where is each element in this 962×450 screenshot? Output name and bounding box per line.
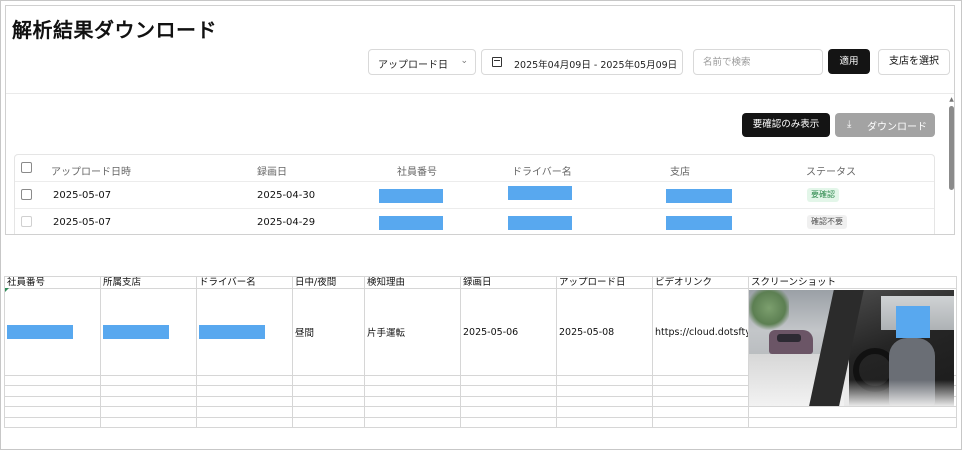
date-type-select[interactable]: アップロード日 ⌄: [368, 49, 476, 75]
show-review-only-button[interactable]: 要確認のみ表示: [742, 113, 830, 137]
sheet-col-screenshot: スクリーンショット: [748, 276, 957, 289]
page-title: 解析結果ダウンロード: [12, 18, 217, 42]
date-range-picker[interactable]: 2025年04月09日 - 2025年05月09日: [481, 49, 683, 75]
tree: [749, 290, 789, 330]
record-date-cell: 2025-04-30: [257, 190, 316, 201]
analysis-download-panel: 解析結果ダウンロード アップロード日 ⌄ 2025年04月09日 - 2025年…: [5, 5, 955, 235]
status-badge: 要確認: [807, 188, 839, 202]
employee-number-redaction: [379, 216, 443, 230]
results-table: アップロード日時 録画日 社員番号 ドライバー名 支店 ステータス 2025-0…: [14, 154, 935, 234]
vertical-scrollbar[interactable]: ▲: [948, 96, 954, 234]
scrollbar-thumb[interactable]: [949, 106, 954, 190]
sheet-col-employee-number: 社員番号: [4, 276, 101, 289]
spreadsheet-header-row: 社員番号 所属支店 ドライバー名 日中/夜間 検知理由 録画日 アップロード日 …: [4, 276, 957, 289]
sheet-col-record-date: 録画日: [460, 276, 557, 289]
table-row[interactable]: 2025-05-07 2025-04-30 要確認: [15, 182, 934, 209]
col-branch: 支店: [670, 167, 690, 178]
driver-name-redaction: [199, 325, 265, 340]
table-header-row: アップロード日時 録画日 社員番号 ドライバー名 支店 ステータス: [15, 155, 934, 182]
parked-car: [769, 330, 813, 354]
upload-date-cell: 2025-05-07: [53, 217, 112, 228]
apply-button[interactable]: 適用: [828, 49, 870, 74]
select-branch-button[interactable]: 支店を選択: [878, 49, 950, 75]
sheet-col-branch: 所属支店: [100, 276, 197, 289]
download-button-label: ダウンロード: [867, 122, 927, 133]
chevron-down-icon: ⌄: [460, 56, 468, 66]
branch-redaction: [103, 325, 169, 340]
date-range-value: 2025年04月09日 - 2025年05月09日: [514, 60, 678, 71]
branch-redaction: [666, 189, 732, 203]
col-upload-datetime: アップロード日時: [51, 167, 131, 178]
sheet-employee-number-cell: [4, 287, 101, 377]
dashcam-screenshot-image: [749, 290, 954, 406]
spreadsheet-empty-row: [4, 416, 957, 429]
sheet-record-date-cell: 2025-05-06: [460, 287, 557, 377]
col-employee-number: 社員番号: [397, 167, 437, 178]
sheet-reason-cell: 片手運転: [364, 287, 461, 377]
upload-date-cell: 2025-05-07: [53, 190, 112, 201]
sheet-branch-cell: [100, 287, 197, 377]
sheet-col-video-link: ビデオリンク: [652, 276, 749, 289]
branch-redaction: [666, 216, 732, 230]
sheet-col-detection-reason: 検知理由: [364, 276, 461, 289]
select-all-checkbox[interactable]: [21, 162, 32, 173]
date-type-select-value: アップロード日: [378, 60, 448, 71]
sheet-col-upload-date: アップロード日: [556, 276, 653, 289]
face-redaction: [896, 306, 930, 338]
scroll-up-icon[interactable]: ▲: [948, 96, 954, 103]
sheet-col-driver-name: ドライバー名: [196, 276, 293, 289]
sheet-video-link-cell[interactable]: https://cloud.dotsfty.c: [652, 287, 749, 377]
record-date-cell: 2025-04-29: [257, 217, 316, 228]
employee-number-redaction: [379, 189, 443, 203]
spreadsheet-empty-row: [4, 406, 957, 418]
col-record-date: 録画日: [257, 167, 287, 178]
employee-number-redaction: [7, 325, 73, 340]
col-driver-name: ドライバー名: [512, 167, 572, 178]
sheet-col-day-night: 日中/夜間: [292, 276, 365, 289]
row-checkbox[interactable]: [21, 216, 32, 227]
driver-name-redaction: [508, 216, 572, 230]
header-divider: [6, 93, 954, 94]
calendar-icon: [492, 57, 502, 67]
name-search-input[interactable]: [693, 49, 823, 75]
status-badge: 確認不要: [807, 215, 847, 229]
sheet-upload-date-cell: 2025-05-08: [556, 287, 653, 377]
driver-name-redaction: [508, 186, 572, 200]
sheet-day-night-cell: 昼間: [292, 287, 365, 377]
download-icon: ⤓: [847, 119, 852, 130]
cell-corner-marker: [5, 288, 9, 292]
table-row[interactable]: 2025-05-07 2025-04-29 確認不要: [15, 209, 934, 234]
download-button[interactable]: ⤓ ダウンロード: [835, 113, 935, 137]
dashboard-glare: [844, 380, 954, 406]
row-checkbox[interactable]: [21, 189, 32, 200]
col-status: ステータス: [806, 167, 856, 178]
sheet-driver-name-cell: [196, 287, 293, 377]
